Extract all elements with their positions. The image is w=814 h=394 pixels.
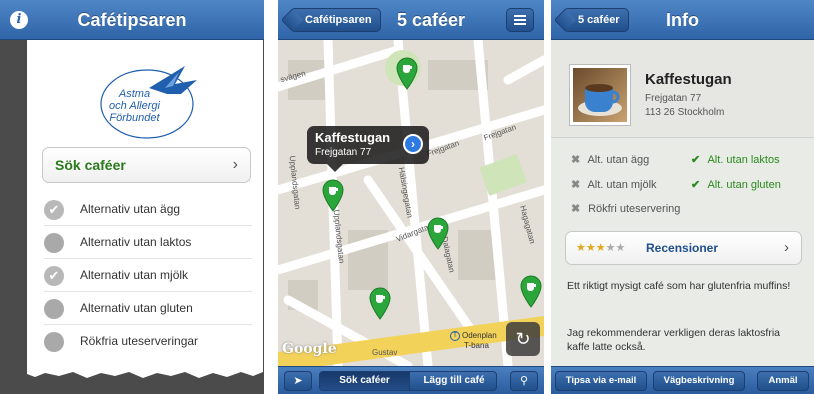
- cross-icon: ✖: [571, 203, 581, 215]
- cafe-pin-icon[interactable]: [368, 286, 392, 320]
- cafe-name: Kaffestugan: [645, 71, 732, 88]
- navbar: Cafétipsaren 5 caféer: [278, 0, 544, 40]
- logo-line-2: och Allergi: [109, 100, 160, 112]
- star-empty-icon: ★: [605, 242, 616, 254]
- callout-name: Kaffestugan: [315, 130, 391, 145]
- menu-icon: [514, 15, 526, 17]
- report-button[interactable]: Anmäl: [757, 371, 809, 391]
- nav-title: Info: [666, 10, 699, 30]
- cafe-photo: [569, 64, 631, 126]
- star-filled-icon: ★: [576, 242, 586, 254]
- navbar: 5 caféer Info: [551, 0, 814, 40]
- screen-map: Cafétipsaren 5 caféer svägen Frejgatan F…: [278, 0, 544, 394]
- feature-no-gluten: ✔ Alt. utan gluten: [691, 179, 781, 191]
- cafe-pin-icon[interactable]: [519, 274, 543, 308]
- tab-add-cafe[interactable]: Lägg till café: [409, 372, 496, 390]
- logo-line-1: Astma: [118, 88, 151, 100]
- feature-no-egg: ✖ Alt. utan ägg: [571, 154, 650, 166]
- search-cafes-label: Sök caféer: [55, 157, 126, 173]
- unchecked-circle-icon: [44, 332, 64, 352]
- cross-icon: ✖: [571, 154, 581, 166]
- nav-title: Cafétipsaren: [77, 10, 187, 30]
- star-rating: ★★★★★: [576, 232, 625, 264]
- filter-label: Alternativ utan gluten: [80, 301, 193, 315]
- feature-no-lactose: ✔ Alt. utan laktos: [691, 154, 780, 166]
- coffee-cup-image: [573, 68, 627, 122]
- search-cafes-button[interactable]: Sök caféer ›: [42, 147, 251, 183]
- star-empty-icon: ★: [615, 242, 626, 254]
- chevron-right-icon: ›: [232, 156, 238, 173]
- filter-no-milk[interactable]: ✔ Alternativ utan mjölk: [44, 259, 252, 292]
- checkmark-icon: ✔: [691, 154, 701, 166]
- bottom-toolbar: Tipsa via e-mail Vägbeskrivning Anmäl: [551, 366, 814, 394]
- association-logo: Astma och Allergi Förbundet: [97, 60, 207, 140]
- filter-label: Alternativ utan ägg: [80, 202, 181, 216]
- feature-no-milk: ✖ Alt. utan mjölk: [571, 179, 657, 191]
- filter-label: Alternativ utan mjölk: [80, 268, 189, 282]
- review-text: Ett riktigt mysigt café som har glutenfr…: [567, 280, 791, 292]
- logo-line-3: Förbundet: [109, 112, 160, 124]
- disclosure-arrow-icon[interactable]: ›: [403, 134, 423, 154]
- reviews-label: Recensioner: [646, 241, 719, 255]
- filter-no-gluten[interactable]: Alternativ utan gluten: [44, 292, 252, 325]
- search-icon[interactable]: ⚲: [510, 371, 538, 391]
- refresh-icon[interactable]: ↻: [506, 322, 540, 356]
- filter-no-lactose[interactable]: Alternativ utan laktos: [44, 226, 252, 259]
- email-tip-button[interactable]: Tipsa via e-mail: [555, 371, 647, 391]
- star-filled-icon: ★: [595, 242, 606, 254]
- navbar: i Cafétipsaren: [0, 0, 264, 40]
- filter-label: Rökfria uteserveringar: [80, 334, 199, 348]
- bottom-toolbar: ➤ Sök caféer Lägg till café ⚲: [278, 366, 544, 394]
- filter-label: Alternativ utan laktos: [80, 235, 192, 249]
- checkmark-icon: ✔: [44, 266, 64, 286]
- map-callout[interactable]: Kaffestugan Frejgatan 77 ›: [307, 126, 429, 172]
- location-arrow-icon[interactable]: ➤: [284, 371, 312, 391]
- checkmark-icon: ✔: [44, 200, 64, 220]
- directions-button[interactable]: Vägbeskrivning: [653, 371, 745, 391]
- star-filled-icon: ★: [585, 242, 596, 254]
- metro-icon: T: [450, 331, 460, 341]
- screen-info: 5 caféer Info Kaffestugan Frejgatan 77 1…: [551, 0, 814, 394]
- callout-address: Frejgatan 77: [315, 147, 372, 158]
- menu-button[interactable]: [506, 8, 534, 32]
- map-view[interactable]: svägen Frejgatan Frejgatan Upplandsgatan…: [278, 40, 544, 366]
- cafe-pin-icon[interactable]: [395, 56, 419, 90]
- cafe-pin-icon[interactable]: [321, 178, 345, 212]
- cross-icon: ✖: [571, 179, 581, 191]
- screens: i Cafétipsaren Astma och Allergi Förbund…: [0, 0, 814, 394]
- unchecked-circle-icon: [44, 299, 64, 319]
- map-logo: Google: [282, 341, 337, 357]
- street-label: Gustav: [372, 348, 398, 357]
- home-card: Astma och Allergi Förbundet Sök caféer ›…: [27, 40, 263, 370]
- reviews-button[interactable]: ★★★★★ Recensioner ›: [565, 231, 802, 265]
- review-text: Jag rekommenderar verkligen deras laktos…: [567, 327, 781, 353]
- screen-home: i Cafétipsaren Astma och Allergi Förbund…: [0, 0, 264, 394]
- chevron-right-icon: ›: [784, 239, 789, 256]
- filter-no-egg[interactable]: ✔ Alternativ utan ägg: [44, 193, 252, 226]
- cafe-pin-icon[interactable]: [426, 216, 450, 250]
- torn-paper-edge: [27, 366, 263, 378]
- tab-search-cafes[interactable]: Sök caféer: [320, 372, 409, 390]
- feature-smoke-free: ✖ Rökfri uteservering: [571, 203, 681, 215]
- cafe-street: Frejgatan 77: [645, 93, 702, 104]
- segmented-control: Sök caféer Lägg till café: [319, 371, 497, 391]
- unchecked-circle-icon: [44, 233, 64, 253]
- cafe-header: Kaffestugan Frejgatan 77 113 26 Stockhol…: [551, 40, 814, 138]
- filter-smoke-free[interactable]: Rökfria uteserveringar: [44, 325, 252, 358]
- cafe-city: 113 26 Stockholm: [645, 107, 725, 118]
- checkmark-icon: ✔: [691, 179, 701, 191]
- station-label: T Odenplan T-bana: [450, 331, 497, 350]
